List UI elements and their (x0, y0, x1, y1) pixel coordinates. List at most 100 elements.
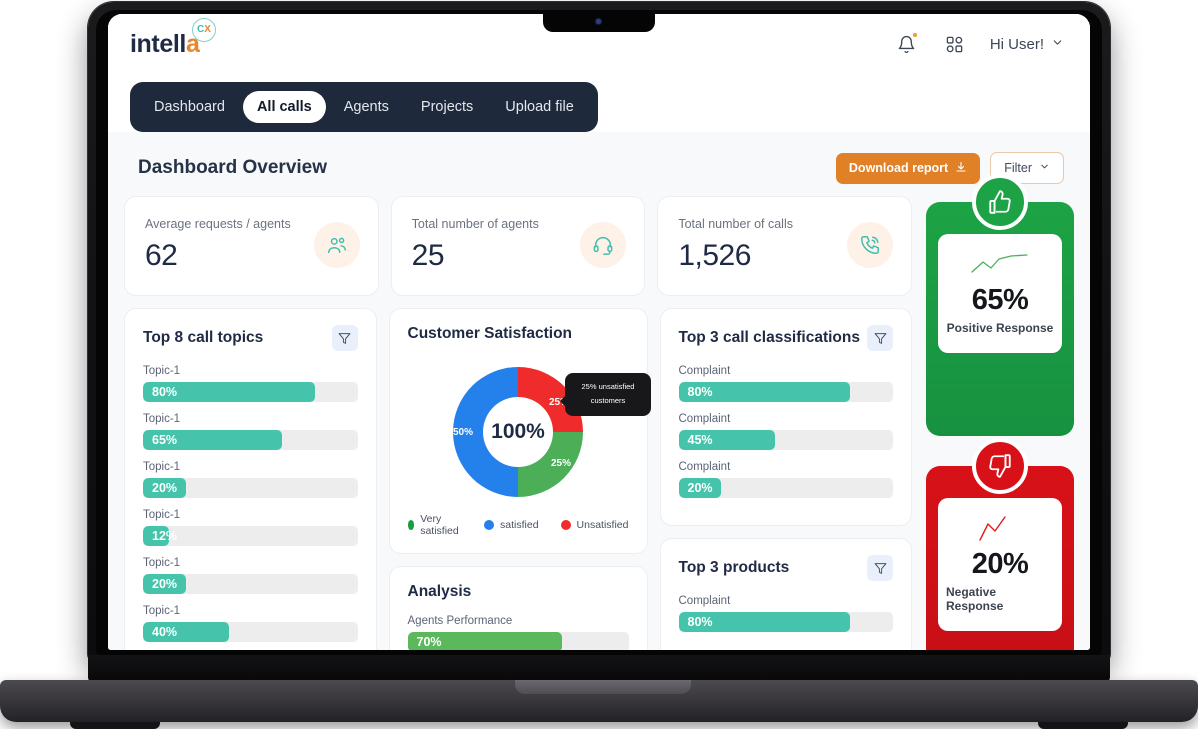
trend-line-icon (975, 514, 1025, 544)
bell-icon[interactable] (894, 31, 920, 57)
bar-track: 45% (678, 430, 893, 450)
users-icon (313, 222, 360, 268)
bar-track: 20% (143, 478, 358, 498)
screen: intella CX Hi User! Dashboard All calls … (108, 14, 1090, 650)
bars-list: Complaint 80% (678, 595, 893, 632)
panel-title: Top 8 call topics (143, 329, 264, 346)
stat-card-text: Total number of calls 1,526 (678, 217, 793, 273)
bar-track: 80% (143, 382, 358, 402)
nav-item-projects[interactable]: Projects (407, 91, 487, 123)
donut-tooltip: 25% unsatisfied customers (560, 373, 651, 416)
bar-row: Complaint 80% (678, 365, 893, 402)
bar-fill: 65% (143, 430, 283, 450)
top-products-panel: Top 3 products Complaint 80% (659, 538, 912, 650)
stat-label: Average requests / agents (145, 217, 291, 231)
bar-fill: 80% (143, 382, 315, 402)
apps-grid-icon[interactable] (942, 31, 968, 57)
bar-fill: 20% (143, 574, 186, 594)
legend-label: Very satisfied (420, 513, 459, 537)
bar-row: Complaint 45% (678, 413, 893, 450)
legend-item: Very satisfied (407, 513, 463, 537)
laptop-foot-left (70, 722, 160, 729)
brand-logo[interactable]: intella CX (122, 17, 216, 59)
panel-column-right: Top 3 call classifications Complaint 80% C… (659, 308, 912, 650)
response-label: Positive Response (946, 321, 1054, 335)
bar-label: Topic-1 (143, 605, 181, 617)
bar-row: Topic-1 65% (143, 413, 358, 450)
bar-track: 40% (143, 622, 358, 642)
panel-title: Top 3 products (678, 559, 790, 576)
panels-row: Top 8 call topics Topic-1 80% Topic-1 65% To… (124, 308, 912, 650)
panel-header: Customer Satisfaction (408, 325, 629, 343)
stat-card-text: Total number of agents 25 (412, 217, 539, 273)
chart-legend: Very satisfied satisfied Unsatisfied (407, 513, 629, 537)
bar-row: Agents Performance 70% (407, 615, 629, 650)
filter-label: Filter (1004, 161, 1032, 175)
legend-item: satisfied (484, 519, 539, 531)
user-menu[interactable]: Hi User! (990, 36, 1064, 53)
chevron-down-icon (1051, 36, 1064, 53)
nav-item-agents[interactable]: Agents (330, 91, 403, 123)
bar-row: Topic-1 12% (143, 509, 358, 546)
bar-fill: 20% (143, 478, 186, 498)
bars-list: Agents Performance70%Agents Overlapping (407, 615, 629, 650)
page-title: Dashboard Overview (138, 157, 328, 178)
download-icon (955, 161, 967, 176)
stat-label: Total number of agents (411, 217, 539, 231)
bar-row: Topic-1 80% (143, 365, 358, 402)
bar-fill: 40% (143, 622, 229, 642)
bar-label: Topic-1 (143, 413, 181, 425)
panel-column-middle: Customer Satisfaction 100% 25% 25% 50% 2… (388, 308, 651, 650)
stat-label: Total number of calls (678, 217, 793, 231)
bar-fill: 12% (143, 526, 177, 546)
response-card-inner: 65% Positive Response (938, 234, 1062, 353)
stat-cards-row: Average requests / agents 62 Total number … (124, 196, 913, 296)
bar-track: 20% (678, 478, 893, 498)
stat-value: 62 (145, 239, 178, 272)
laptop-frame: intella CX Hi User! Dashboard All calls … (0, 0, 1198, 729)
funnel-filter-icon[interactable] (331, 325, 358, 351)
thumbs-up-icon (972, 174, 1028, 230)
bar-label: Topic-1 (143, 509, 181, 521)
funnel-filter-icon[interactable] (867, 325, 893, 351)
funnel-filter-icon[interactable] (867, 555, 893, 581)
donut-chart: 100% 25% 25% 50% 25% unsatisfied custome… (408, 357, 651, 507)
bar-label: Complaint (678, 365, 731, 377)
panel-header: Top 3 products (678, 555, 893, 581)
headset-icon (580, 222, 627, 268)
bar-track: 12% (143, 526, 358, 546)
app-window: intella CX Hi User! Dashboard All calls … (108, 14, 1090, 650)
bar-label: Complaint (678, 461, 731, 473)
main-nav: Dashboard All calls Agents Projects Upload f… (130, 82, 598, 132)
nav-item-dashboard[interactable]: Dashboard (140, 91, 239, 123)
donut-ring: 100% 25% 25% 50% 25% unsatisfied custome… (443, 357, 651, 507)
response-label: Negative Response (946, 585, 1004, 613)
nav-item-all-calls[interactable]: All calls (242, 91, 326, 123)
response-card-positive: 65% Positive Response (926, 174, 1074, 436)
panel-header: Analysis (408, 583, 629, 601)
cx-badge-icon: CX (192, 17, 216, 42)
webcam-icon (596, 19, 601, 24)
nav-bar-row: Dashboard All calls Agents Projects Upload f… (108, 74, 1090, 132)
phone-call-icon (847, 222, 894, 268)
nav-item-upload-file[interactable]: Upload file (491, 91, 588, 123)
dashboard-grid: Average requests / agents 62 Total number … (124, 174, 1074, 650)
bar-track: 70% (407, 632, 629, 650)
response-card-inner: 20% Negative Response (938, 498, 1062, 631)
panel-title: Analysis (407, 583, 472, 600)
panel-header: Top 8 call topics (143, 325, 358, 351)
thumbs-down-icon (972, 438, 1028, 494)
analysis-panel: Analysis Agents Performance70%Agents Ove… (388, 566, 648, 650)
legend-color-dot (560, 520, 571, 530)
download-report-button[interactable]: Download report (835, 152, 981, 184)
response-cards-column: 65% Positive Response 20% Negative Response (926, 174, 1074, 650)
response-value: 20% (971, 548, 1029, 580)
trend-line-icon (969, 250, 1031, 280)
bar-row: Topic-1 40% (143, 605, 358, 642)
bar-label: Complaint (678, 595, 731, 607)
bar-label: Agents Performance (407, 615, 513, 627)
bar-label: Complaint (678, 413, 731, 425)
bar-fill: 80% (678, 382, 851, 402)
bar-fill: 45% (678, 430, 776, 450)
bar-label: Topic-1 (143, 365, 181, 377)
